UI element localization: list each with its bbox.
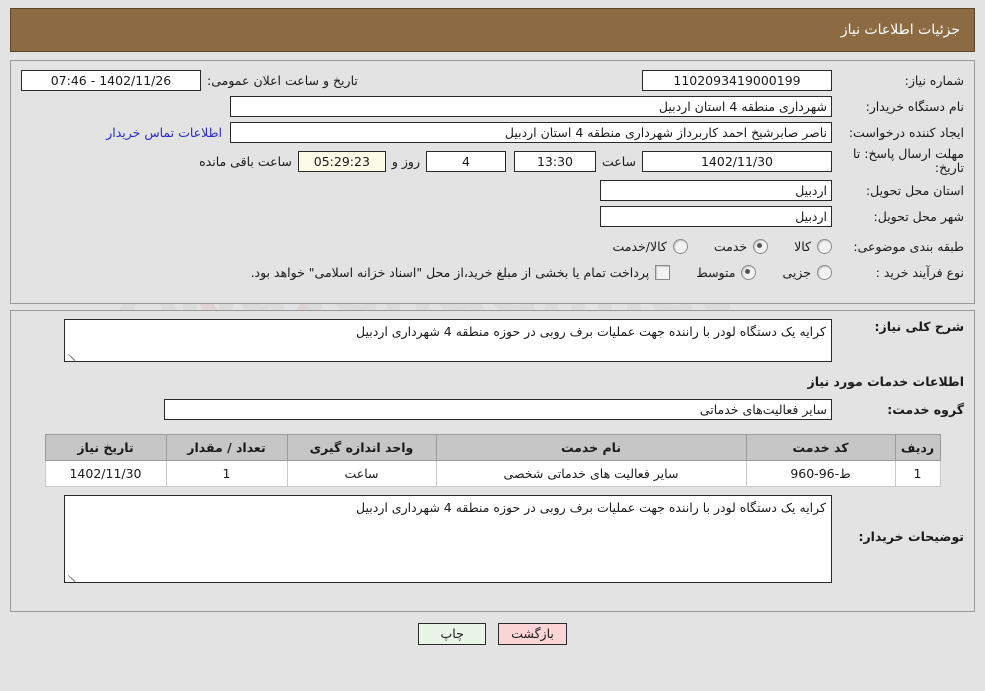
col-service-code: کد خدمت (745, 434, 896, 461)
service-group-field[interactable]: سایر فعالیت‌های خدماتی (164, 399, 832, 420)
page-title-bar: جزئیات اطلاعات نیاز (10, 8, 975, 52)
row-request-creator: ایجاد کننده درخواست: ناصر صابرشیخ احمد ک… (21, 121, 964, 143)
row-need-number: شماره نیاز: 1102093419000199 تاریخ و ساع… (21, 69, 964, 91)
treasury-note-group: پرداخت تمام یا بخشی از مبلغ خرید،از محل … (250, 264, 671, 280)
delivery-city-label: شهر محل تحویل: (873, 208, 964, 224)
need-number-label: شماره نیاز: (904, 72, 964, 88)
cell-unit: ساعت (286, 460, 437, 487)
purchase-process-radio-group: جزیی متوسط (670, 264, 832, 280)
row-response-deadline: مهلت ارسال پاسخ: تا تاریخ: 1402/11/30 سا… (21, 147, 964, 175)
back-button[interactable]: بازگشت (498, 623, 567, 645)
row-buyer-notes: توضیحات خریدار: کرایه یک دستگاه لودر با … (21, 495, 964, 583)
request-creator-label: ایجاد کننده درخواست: (848, 124, 964, 140)
radio-category-goods-service-label: کالا/خدمت (612, 238, 667, 254)
row-subject-category: طبقه بندی موضوعی: کالا خدمت کالا/خدمت (21, 235, 964, 257)
buyer-contact-link[interactable]: اطلاعات تماس خریدار (98, 125, 230, 140)
treasury-note-label: پرداخت تمام یا بخشی از مبلغ خرید،از محل … (250, 264, 650, 280)
remaining-suffix-label: ساعت باقی مانده (199, 153, 292, 169)
row-buyer-org: نام دستگاه خریدار: شهرداری منطقه 4 استان… (21, 95, 964, 117)
col-service-name: نام خدمت (435, 434, 747, 461)
treasury-checkbox[interactable] (655, 264, 671, 280)
need-summary-panel: شماره نیاز: 1102093419000199 تاریخ و ساع… (10, 60, 975, 304)
deadline-hour-field[interactable]: 13:30 (513, 150, 596, 172)
delivery-province-field[interactable]: اردبیل (600, 179, 832, 201)
buyer-org-field[interactable]: شهرداری منطقه 4 استان اردبیل (230, 95, 832, 117)
cell-need-date: 1402/11/30 (44, 460, 167, 487)
print-button[interactable]: چاپ (418, 623, 487, 645)
row-purchase-process: نوع فرآیند خرید : جزیی متوسط پرداخت تمام… (21, 261, 964, 283)
radio-process-medium-label: متوسط (696, 264, 736, 280)
radio-category-goods[interactable]: کالا (794, 238, 832, 254)
radio-process-minor-label: جزیی (782, 264, 811, 280)
cell-service-name: سایر فعالیت های خدماتی شخصی (435, 460, 747, 487)
need-description-label: شرح کلی نیاز: (874, 319, 964, 334)
remaining-days-field[interactable]: 4 (425, 150, 506, 172)
buyer-notes-label: توضیحات خریدار: (858, 529, 964, 544)
remaining-time-field[interactable]: 05:29:23 (297, 150, 386, 172)
subject-category-radio-group: کالا خدمت کالا/خدمت (586, 238, 832, 254)
cell-row-no: 1 (894, 460, 941, 487)
table-header-row: ردیف کد خدمت نام خدمت واحد اندازه گیری ت… (44, 434, 941, 461)
announce-datetime-field[interactable]: 07:46 - 1402/11/26 (21, 69, 201, 91)
radio-category-service[interactable]: خدمت (713, 238, 769, 254)
col-need-date: تاریخ نیاز (44, 434, 167, 461)
delivery-province-label: استان محل تحویل: (865, 182, 964, 198)
deadline-date-field[interactable]: 1402/11/30 (642, 150, 832, 172)
footer-actions: بازگشت چاپ (10, 623, 975, 645)
resize-grip-icon[interactable] (67, 571, 77, 582)
radio-category-service-label: خدمت (713, 238, 748, 254)
page-title: جزئیات اطلاعات نیاز (840, 22, 960, 38)
deadline-hour-label: ساعت (601, 153, 636, 169)
row-delivery-province: استان محل تحویل: اردبیل (21, 179, 964, 201)
response-deadline-label: مهلت ارسال پاسخ: تا تاریخ: (853, 146, 964, 175)
subject-category-label: طبقه بندی موضوعی: (853, 238, 964, 254)
radio-process-minor[interactable]: جزیی (782, 264, 832, 280)
row-service-group: گروه خدمت: سایر فعالیت‌های خدماتی (21, 399, 964, 420)
table-row: 1 ط-96-960 سایر فعالیت های خدماتی شخصی س… (44, 460, 941, 487)
buyer-notes-text: کرایه یک دستگاه لودر با راننده جهت عملیا… (356, 500, 826, 515)
need-description-text: کرایه یک دستگاه لودر با راننده جهت عملیا… (356, 324, 826, 339)
radio-button-icon[interactable] (672, 238, 688, 254)
col-quantity: تعداد / مقدار (165, 434, 288, 461)
need-description-textarea[interactable]: کرایه یک دستگاه لودر با راننده جهت عملیا… (64, 319, 832, 362)
radio-button-selected-icon[interactable] (753, 238, 769, 254)
col-unit: واحد اندازه گیری (286, 434, 437, 461)
row-need-description: شرح کلی نیاز: کرایه یک دستگاه لودر با را… (21, 319, 964, 362)
request-creator-field[interactable]: ناصر صابرشیخ احمد کاربرداز شهرداری منطقه… (230, 121, 832, 143)
radio-process-medium[interactable]: متوسط (696, 264, 757, 280)
radio-button-icon[interactable] (817, 264, 832, 280)
col-row-no: ردیف (894, 434, 941, 461)
buyer-org-label: نام دستگاه خریدار: (865, 98, 964, 114)
days-and-label: روز و (391, 153, 420, 169)
radio-category-goods-service[interactable]: کالا/خدمت (612, 238, 688, 254)
radio-category-goods-label: کالا (794, 238, 811, 254)
radio-button-icon[interactable] (817, 238, 832, 254)
radio-button-selected-icon[interactable] (741, 264, 757, 280)
purchase-process-label: نوع فرآیند خرید : (875, 264, 964, 280)
cell-service-code: ط-96-960 (745, 460, 896, 487)
announce-datetime-label: تاریخ و ساعت اعلان عمومی: (207, 72, 358, 88)
row-delivery-city: شهر محل تحویل: اردبیل (21, 205, 964, 227)
buyer-notes-textarea[interactable]: کرایه یک دستگاه لودر با راننده جهت عملیا… (64, 495, 832, 583)
need-details-panel: شرح کلی نیاز: کرایه یک دستگاه لودر با را… (10, 310, 975, 612)
service-items-table: ردیف کد خدمت نام خدمت واحد اندازه گیری ت… (44, 434, 941, 487)
service-group-label: گروه خدمت: (887, 402, 964, 417)
cell-quantity: 1 (165, 460, 288, 487)
resize-grip-icon[interactable] (67, 350, 77, 361)
services-section-heading: اطلاعات خدمات مورد نیاز (807, 374, 965, 389)
need-number-field[interactable]: 1102093419000199 (642, 69, 832, 91)
delivery-city-field[interactable]: اردبیل (600, 205, 832, 227)
